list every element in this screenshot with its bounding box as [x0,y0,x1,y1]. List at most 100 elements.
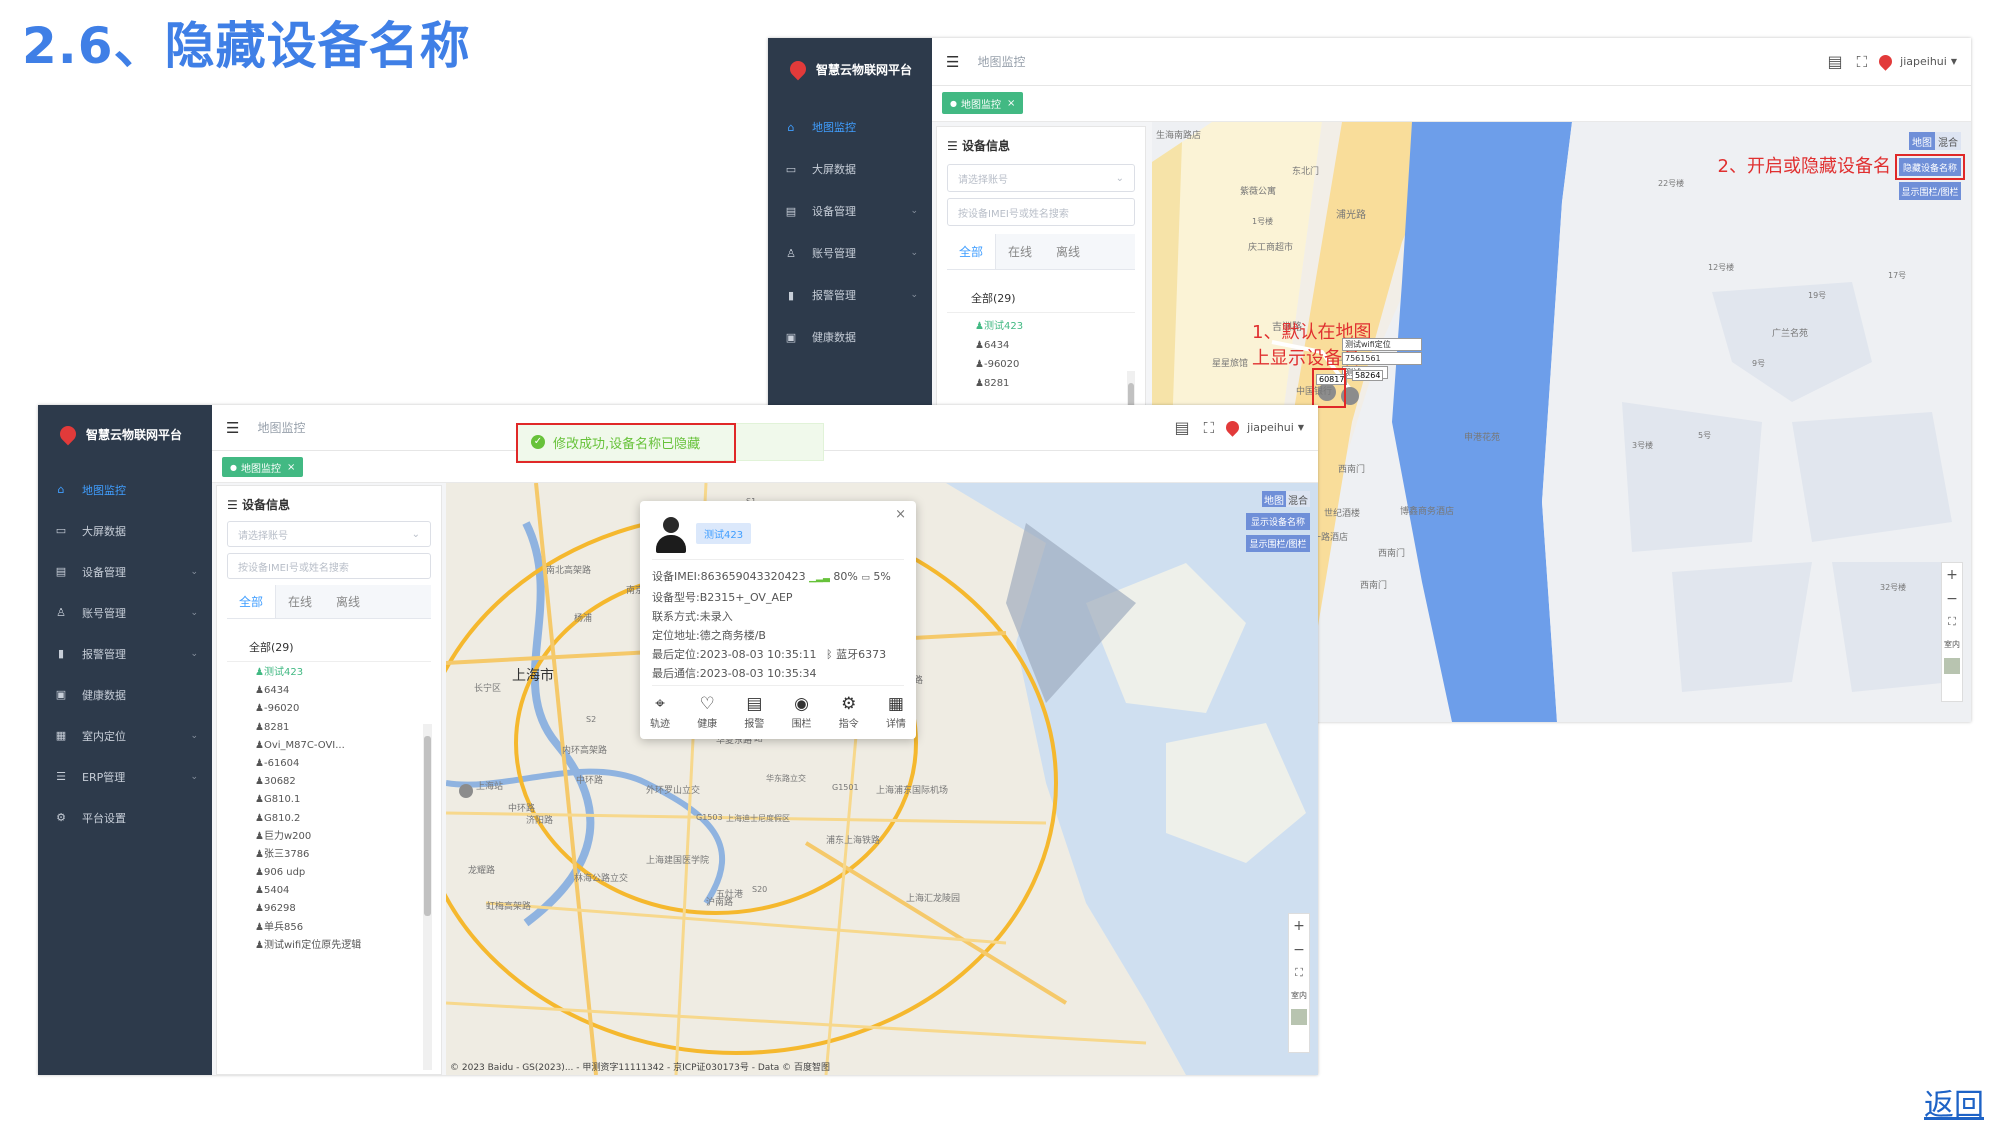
list-item[interactable]: ♟8281 [255,719,441,737]
list-item[interactable]: ♟5404 [255,882,441,900]
list-item[interactable]: ♟6434 [975,336,1145,355]
list-item[interactable]: ♟G810.1 [255,791,441,809]
sidebar-item-3[interactable]: ♙ 账号管理 ⌄ [768,232,932,274]
person-icon: ♟ [255,703,264,715]
fit-icon[interactable]: ⛶ [1948,615,1956,629]
sidebar-item-0[interactable]: ⌂ 地图监控 [768,106,932,148]
map-type-map[interactable]: 地图 [1909,132,1935,150]
popup-action-0[interactable]: ⌖ 轨迹 [650,693,670,730]
map-thumbnail[interactable] [1944,658,1960,674]
alarm-icon: ▤ [746,694,763,714]
tab-online[interactable]: 在线 [996,234,1044,269]
tab-all[interactable]: 全部 [947,234,997,269]
list-item[interactable]: ♟-96020 [255,700,441,718]
zoom-out-button[interactable]: − [1293,942,1305,958]
tab-map-monitor[interactable]: ● 地图监控 × [942,92,1024,114]
popup-action-5[interactable]: ▦ 详情 [886,693,906,730]
zoom-in-button[interactable]: + [1293,918,1305,934]
toggle-device-name-button[interactable]: 显示设备名称 [1246,513,1310,530]
sidebar-item-4[interactable]: ▮ 报警管理 ⌄ [768,274,932,316]
map-label: 17号 [1888,271,1907,280]
sidebar-item-0[interactable]: ⌂ 地图监控 [38,469,212,510]
list-item[interactable]: ♟测试423 [255,664,441,682]
list-item[interactable]: ♟测试wifi定位原先逻辑 [255,937,441,955]
fullscreen-doc-icon[interactable]: ▤ [1828,52,1843,71]
username[interactable]: jiapeihui [1247,421,1294,434]
list-item[interactable]: ♟测试423 [975,317,1145,336]
expand-icon[interactable]: ⛶ [1204,419,1215,437]
signal-icon: ▁▂▃ [809,573,830,583]
list-item[interactable]: ♟30682 [255,773,441,791]
popup-action-3[interactable]: ◉ 围栏 [792,693,812,730]
zoom-out-button[interactable]: − [1946,591,1958,607]
chevron-down-icon: ⌄ [190,566,198,577]
chevron-down-icon: ⌄ [910,248,918,258]
chevron-down-icon[interactable]: ▼ [1951,57,1957,66]
hamburger-icon[interactable]: ☰ [226,419,239,437]
bluetooth-icon: ᛒ [826,648,833,661]
back-link[interactable]: 返回 [1924,1080,1984,1124]
tab-all[interactable]: 全部 [227,585,277,618]
toggle-fence-button[interactable]: 显示围栏/图栏 [1899,182,1961,200]
sidebar-item-2[interactable]: ▤ 设备管理 ⌄ [38,551,212,592]
tab-offline[interactable]: 离线 [324,585,372,618]
list-item[interactable]: ♟张三3786 [255,846,441,864]
list-item[interactable]: ♟单兵856 [255,919,441,937]
close-icon[interactable]: × [895,507,906,522]
list-item[interactable]: ♟-96020 [975,355,1145,374]
expand-icon[interactable]: ⛶ [1857,53,1868,71]
account-select[interactable]: 请选择账号 ⌄ [947,164,1135,192]
list-item[interactable]: ♟906 udp [255,864,441,882]
indoor-button[interactable]: 室内 [1291,990,1307,1001]
tab-online[interactable]: 在线 [276,585,324,618]
chevron-down-icon[interactable]: ▼ [1298,423,1304,432]
popup-action-2[interactable]: ▤ 报警 [744,693,764,730]
map-type-toggle: 地图 混合 [1262,491,1310,507]
sidebar-item-6[interactable]: ▦ 室内定位 ⌄ [38,715,212,756]
username[interactable]: jiapeihui [1900,55,1947,68]
list-item[interactable]: ♟8281 [975,374,1145,393]
sidebar-item-1[interactable]: ▭ 大屏数据 [38,510,212,551]
tab-offline[interactable]: 离线 [1044,234,1092,269]
map-label: 19号 [1808,291,1827,300]
map-type-hybrid[interactable]: 混合 [1935,132,1961,150]
sidebar-item-4[interactable]: ▮ 报警管理 ⌄ [38,633,212,674]
indoor-button[interactable]: 室内 [1944,639,1960,650]
sidebar-item-5[interactable]: ▣ 健康数据 [768,316,932,358]
hamburger-icon[interactable]: ☰ [946,53,959,71]
toggle-fence-button[interactable]: 显示围栏/图栏 [1246,535,1310,552]
sidebar-item-1[interactable]: ▭ 大屏数据 [768,148,932,190]
search-input[interactable]: 按设备IMEI号或姓名搜索 [227,553,431,579]
gear-icon: ⚙ [56,811,66,824]
list-item[interactable]: ♟6434 [255,682,441,700]
list-item[interactable]: ♟96298 [255,900,441,918]
list-item[interactable]: ♟-61604 [255,755,441,773]
map-label: 上海汇龙陵园 [906,894,961,904]
account-select[interactable]: 请选择账号 ⌄ [227,521,431,547]
sidebar-item-5[interactable]: ▣ 健康数据 [38,674,212,715]
avatar-icon[interactable] [1223,418,1242,437]
sidebar-item-8[interactable]: ⚙ 平台设置 [38,797,212,838]
list-item[interactable]: ♟巨力w200 [255,828,441,846]
popup-action-1[interactable]: ♡ 健康 [697,693,717,730]
sidebar-item-7[interactable]: ☰ ERP管理 ⌄ [38,756,212,797]
list-item[interactable]: ♟Ovi_M87C-OVI... [255,737,441,755]
zoom-in-button[interactable]: + [1946,567,1958,583]
avatar-icon[interactable] [1876,52,1895,71]
sidebar-item-3[interactable]: ♙ 账号管理 ⌄ [38,592,212,633]
fit-icon[interactable]: ⛶ [1295,966,1303,980]
map-type-map[interactable]: 地图 [1262,491,1286,507]
map-label: 申港花苑 [1464,433,1501,443]
popup-action-4[interactable]: ⚙ 指令 [839,693,859,730]
search-input[interactable]: 按设备IMEI号或姓名搜索 [947,198,1135,226]
sidebar-item-2[interactable]: ▤ 设备管理 ⌄ [768,190,932,232]
device-list-scrollbar[interactable] [423,724,432,1070]
device-icon: ▤ [785,204,797,218]
map-type-hybrid[interactable]: 混合 [1286,491,1310,507]
device-total: 全部(29) [947,270,1135,313]
list-item[interactable]: ♟G810.2 [255,810,441,828]
map-label: 中环路 [576,776,604,786]
tab-map-monitor[interactable]: ● 地图监控 × [222,457,304,477]
map-thumbnail[interactable] [1291,1009,1307,1025]
fullscreen-doc-icon[interactable]: ▤ [1175,418,1190,437]
